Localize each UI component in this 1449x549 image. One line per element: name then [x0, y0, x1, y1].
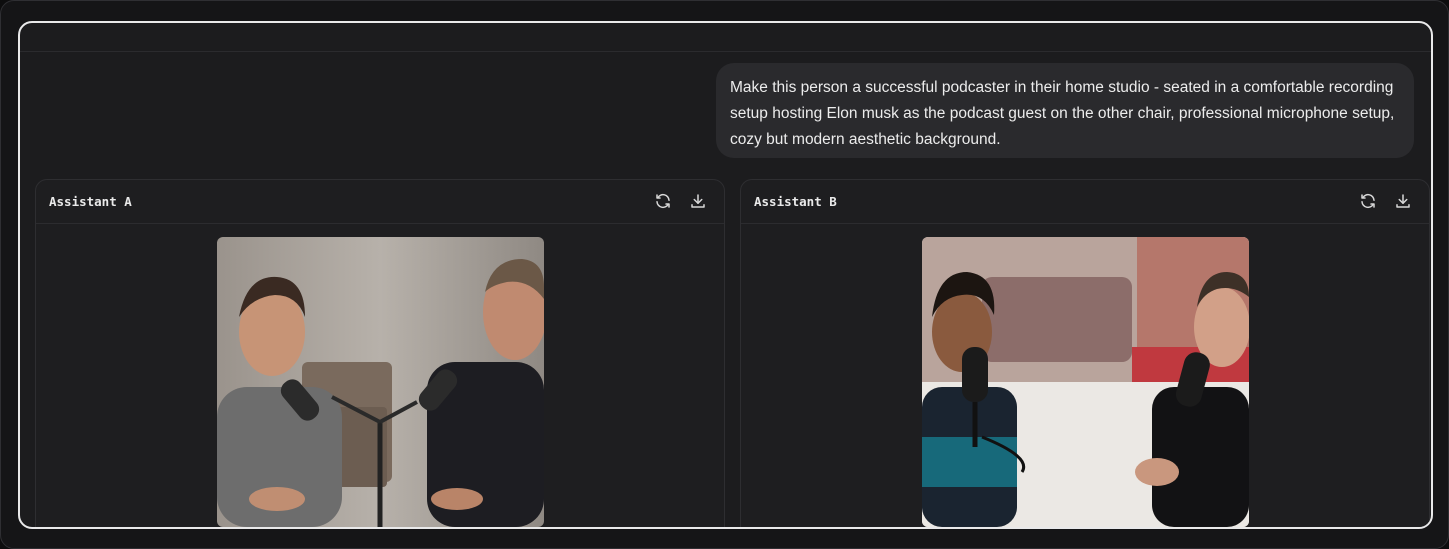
assistant-b-image [922, 237, 1249, 527]
assistant-b-header: Assistant B [741, 180, 1429, 224]
download-icon[interactable] [1394, 192, 1412, 210]
user-prompt-bubble: Make this person a successful podcaster … [716, 63, 1414, 158]
refresh-icon[interactable] [654, 192, 672, 210]
top-bar [20, 23, 1431, 52]
assistant-b-title: Assistant B [754, 194, 837, 209]
assistant-a-panel: Assistant A [35, 179, 725, 527]
assistant-a-title: Assistant A [49, 194, 132, 209]
refresh-icon[interactable] [1359, 192, 1377, 210]
download-icon[interactable] [689, 192, 707, 210]
app-window: Make this person a successful podcaster … [0, 0, 1449, 549]
assistant-a-header: Assistant A [36, 180, 724, 224]
assistant-b-panel: Assistant B [740, 179, 1430, 527]
user-prompt-text: Make this person a successful podcaster … [730, 79, 1395, 148]
chat-frame: Make this person a successful podcaster … [18, 21, 1433, 529]
assistant-a-image [217, 237, 544, 527]
